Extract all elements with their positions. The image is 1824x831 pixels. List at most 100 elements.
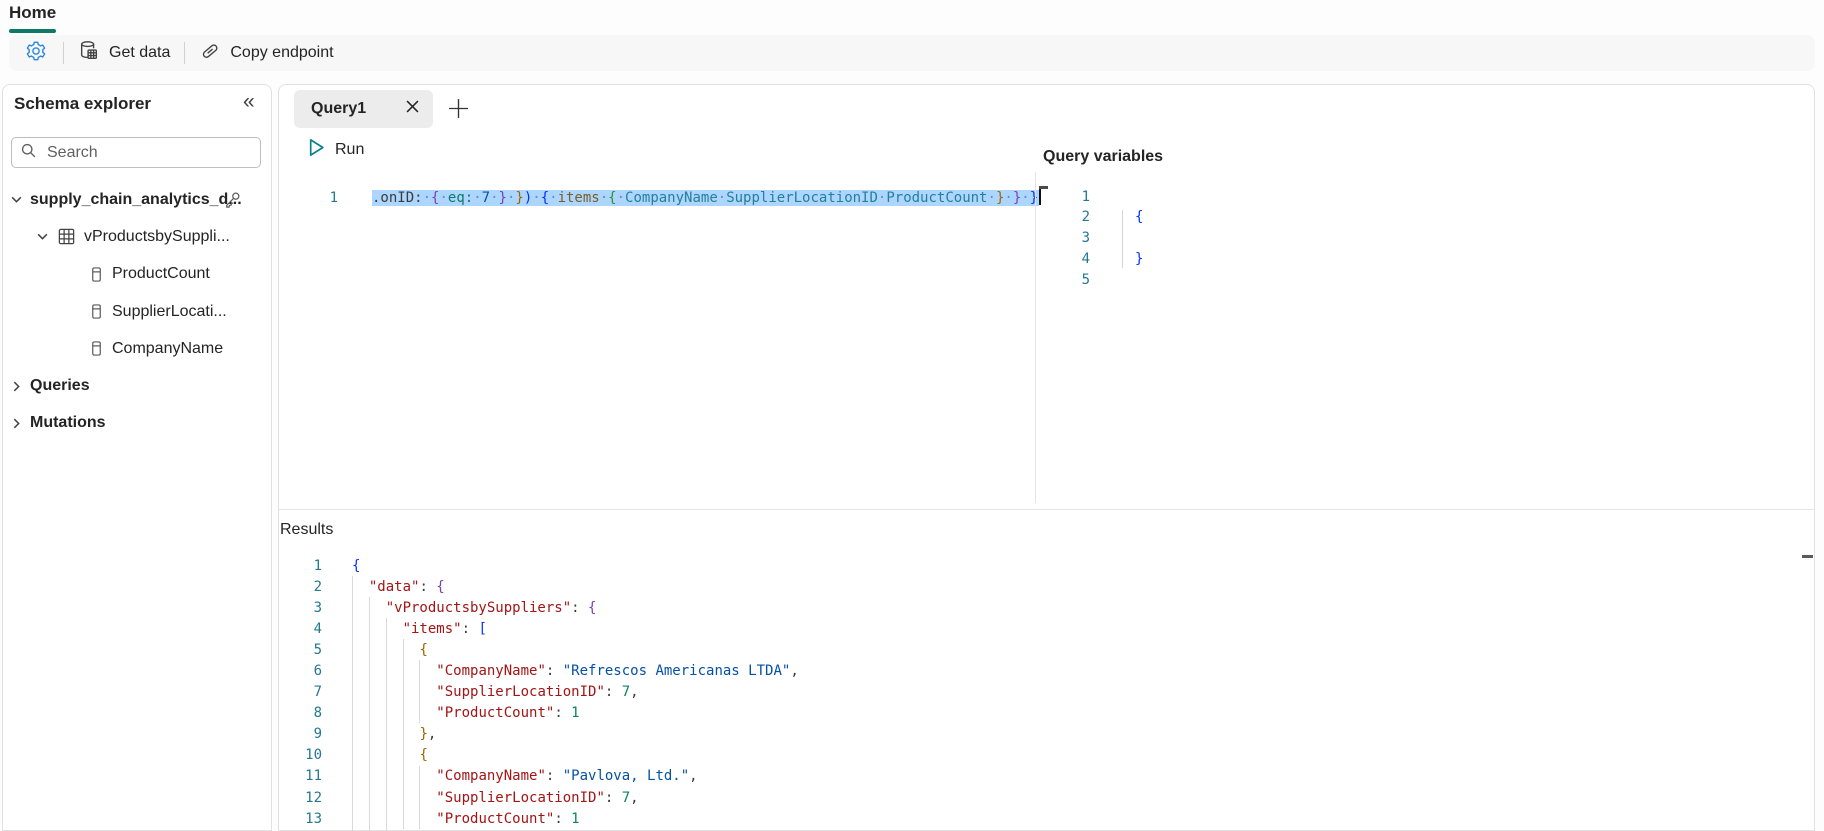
editor-line[interactable]: 1{: [282, 555, 799, 576]
code-line[interactable]: "vProductsbySuppliers": {: [352, 599, 597, 616]
code-token: :: [461, 620, 479, 637]
code-token: ·: [422, 189, 432, 206]
code-token: SupplierLocationID: [726, 189, 878, 206]
editor-line[interactable]: 8 "ProductCount": 1: [282, 702, 799, 723]
editor-line[interactable]: 10 {: [282, 744, 799, 765]
tree-item[interactable]: vProductsbySuppli...: [0, 218, 270, 255]
code-token: {: [352, 557, 361, 574]
query-code-line[interactable]: .onID:·{·eq:·7·}·})·{·items·{·CompanyNam…: [372, 189, 1040, 206]
query-tab[interactable]: Query1: [294, 90, 433, 128]
code-token: ·: [439, 189, 448, 206]
line-number: 1: [313, 557, 322, 574]
schema-search-box[interactable]: [11, 137, 261, 168]
query-variables-editor[interactable]: 1 2{3 4} 5: [1050, 187, 1144, 291]
code-line[interactable]: "SupplierLocationID": 7,: [352, 684, 638, 701]
code-token: items: [557, 189, 600, 206]
line-number: 2: [1081, 209, 1090, 226]
search-input[interactable]: [45, 142, 252, 163]
editor-line[interactable]: 3: [1050, 228, 1143, 249]
code-token: "Refrescos Americanas LTDA": [562, 662, 791, 679]
editor-line[interactable]: 3 "vProductsbySuppliers": {: [282, 597, 799, 618]
chevron-right-icon[interactable]: [9, 417, 23, 430]
tree-item[interactable]: CompanyName: [0, 330, 270, 367]
editor-line[interactable]: 9 },: [282, 723, 799, 744]
editor-line[interactable]: 4}: [1050, 249, 1144, 270]
editor-line[interactable]: 4 "items": [: [282, 618, 799, 639]
code-token: "vProductsbySuppliers": [385, 599, 572, 616]
tree-item[interactable]: SupplierLocati...: [0, 293, 270, 330]
editor-line[interactable]: 1: [1050, 187, 1143, 208]
code-token: :: [545, 662, 563, 679]
collapse-panel-icon[interactable]: «: [243, 90, 255, 114]
code-line[interactable]: {: [352, 558, 360, 574]
line-number: 3: [1081, 230, 1090, 247]
query-line-number: 1: [329, 189, 338, 206]
tree-item[interactable]: Queries: [0, 367, 270, 404]
line-number: 6: [313, 662, 322, 679]
code-token: ·: [473, 189, 482, 206]
get-data-label: Get data: [109, 44, 171, 61]
tree-item-label: SupplierLocati...: [112, 302, 227, 320]
editor-line[interactable]: 2{: [1050, 207, 1144, 228]
code-token: {: [436, 578, 445, 595]
chevron-down-icon[interactable]: [9, 193, 23, 206]
get-data-button[interactable]: Get data: [64, 35, 184, 71]
code-token: {: [419, 747, 428, 764]
code-token: ·: [987, 189, 996, 206]
code-line[interactable]: "data": {: [352, 579, 445, 595]
code-line[interactable]: {: [1135, 209, 1143, 225]
add-query-tab-icon[interactable]: [448, 98, 469, 124]
code-token: :: [571, 599, 589, 616]
run-label: Run: [335, 141, 365, 158]
code-token: "SupplierLocationID": [436, 789, 605, 806]
code-token: :: [545, 768, 563, 785]
key-icon: [223, 190, 242, 214]
code-line[interactable]: {: [352, 747, 428, 764]
editor-line[interactable]: 11 "CompanyName": "Pavlova, Ltd.",: [282, 765, 799, 786]
pane-divider-vertical[interactable]: [1035, 172, 1036, 503]
indent-guide: [419, 765, 421, 829]
code-token: }: [1029, 189, 1039, 206]
editor-line[interactable]: 13 "ProductCount": 1: [282, 808, 799, 829]
copy-endpoint-label: Copy endpoint: [230, 44, 334, 61]
line-number: 5: [1081, 271, 1090, 288]
tab-home[interactable]: Home: [9, 3, 56, 23]
app-window: Home Get data Copy endpoint Schema explo…: [0, 0, 1824, 831]
editor-line[interactable]: 7 "SupplierLocationID": 7,: [282, 681, 799, 702]
code-token: 7: [621, 684, 631, 701]
code-token: {: [1135, 209, 1144, 226]
code-line[interactable]: },: [352, 726, 436, 742]
code-line[interactable]: "CompanyName": "Pavlova, Ltd.",: [352, 768, 698, 785]
indent-guide: [352, 575, 353, 831]
close-icon[interactable]: [406, 100, 419, 118]
editor-line[interactable]: 5: [1050, 270, 1143, 291]
settings-button[interactable]: [9, 35, 63, 71]
results-editor[interactable]: 1{2 "data": {3 "vProductsbySuppliers": {…: [282, 555, 799, 829]
code-token: :: [554, 810, 572, 827]
query-code-editor[interactable]: 1 .onID:·{·eq:·7·}·})·{·items·{·CompanyNa…: [300, 187, 1041, 208]
code-token: ,: [427, 726, 437, 743]
editor-line[interactable]: 5 {: [282, 639, 799, 660]
code-line[interactable]: "items": [: [352, 621, 487, 637]
code-token: :: [554, 705, 572, 722]
tree-item[interactable]: supply_chain_analytics_d...: [0, 181, 270, 218]
editor-line[interactable]: 6 "CompanyName": "Refrescos Americanas L…: [282, 660, 799, 681]
code-token: ,: [689, 768, 698, 785]
run-button[interactable]: Run: [308, 138, 364, 162]
tree-item-label: ProductCount: [112, 265, 210, 283]
code-line[interactable]: {: [352, 642, 427, 658]
tree-item[interactable]: ProductCount: [0, 256, 270, 293]
editor-line[interactable]: 2 "data": {: [282, 576, 799, 597]
editor-line[interactable]: 12 "SupplierLocationID": 7,: [282, 787, 799, 808]
copy-endpoint-button[interactable]: Copy endpoint: [185, 35, 347, 71]
pane-divider-horizontal[interactable]: [279, 509, 1814, 510]
code-line[interactable]: }: [1135, 251, 1143, 267]
chevron-down-icon[interactable]: [35, 230, 49, 243]
code-token: {: [608, 189, 617, 206]
tree-item[interactable]: Mutations: [0, 405, 270, 442]
code-line[interactable]: "SupplierLocationID": 7,: [352, 789, 638, 806]
chevron-right-icon[interactable]: [9, 380, 23, 393]
